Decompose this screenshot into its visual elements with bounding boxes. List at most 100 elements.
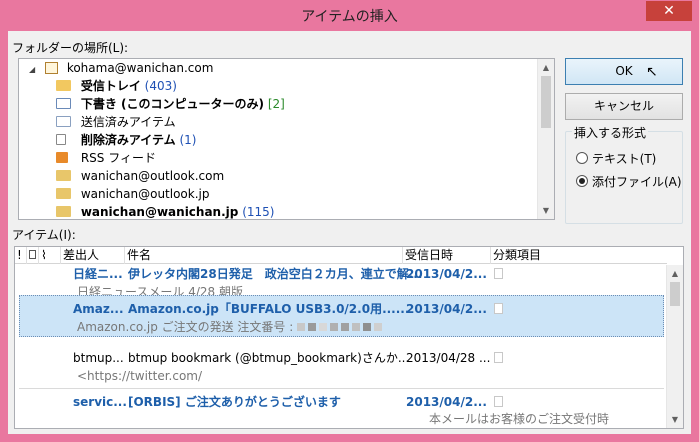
message-subject[interactable]: btmup bookmark (@btmup_bookmark)さんか... xyxy=(128,349,409,367)
message-subject[interactable]: Amazon.co.jp「BUFFALO USB3.0/2.0用...... xyxy=(128,300,409,318)
draft-icon xyxy=(56,98,71,109)
category-flag[interactable] xyxy=(494,265,503,283)
close-button[interactable]: ✕ xyxy=(646,1,692,21)
tree-item-label: wanichan@outlook.jp xyxy=(80,187,210,201)
message-subject[interactable]: 伊レッタ内閣28日発足 政治空白２カ月、連立で解... xyxy=(128,265,422,283)
attachment-radio-label[interactable]: 添付ファイル(A) xyxy=(592,173,682,190)
insert-format-label: 挿入する形式 xyxy=(572,124,649,141)
items-label: アイテム(I): xyxy=(12,228,76,242)
message-date: 2013/04/2... xyxy=(406,302,487,316)
message-received[interactable]: 2013/04/2... xyxy=(406,300,487,318)
tree-item-wanichan-jp[interactable]: wanichan@wanichan.jp (115) xyxy=(56,203,275,219)
message-date: 2013/04/2... xyxy=(406,267,487,281)
tree-item-rss[interactable]: RSS フィード xyxy=(56,149,156,167)
message-sender: Amaz... xyxy=(73,302,124,316)
text-radio[interactable] xyxy=(576,152,588,164)
tree-item-deleted[interactable]: 削除済みアイテム (1) xyxy=(56,131,196,149)
message-sender: 日経ニ... xyxy=(73,267,123,281)
redaction-mosaic xyxy=(297,320,385,334)
message-subject[interactable]: [ORBIS] ご注文ありがとうございます xyxy=(128,393,341,411)
column-importance[interactable]: ! xyxy=(15,247,27,264)
list-header: ! ⌇ 差出人 件名 受信日時 分類項目 xyxy=(15,247,667,264)
attachment-radio[interactable] xyxy=(576,175,588,187)
tree-item-label: 下書き (このコンピューターのみ) xyxy=(80,97,264,111)
message-preview: <https://twitter.com/ xyxy=(77,369,203,383)
column-received[interactable]: 受信日時 xyxy=(403,247,491,264)
scroll-thumb[interactable] xyxy=(541,76,551,128)
message-subject-text: 伊レッタ内閣28日発足 政治空白２カ月、連立で解... xyxy=(128,267,423,281)
rss-icon xyxy=(56,152,68,163)
category-box-icon xyxy=(494,303,503,314)
message-preview: Amazon.co.jp ご注文の発送 注文番号 : xyxy=(77,318,385,336)
scroll-thumb[interactable] xyxy=(670,282,680,306)
tree-item-label: 送信済みアイテム xyxy=(80,115,176,129)
tree-item-outlook-jp[interactable]: wanichan@outlook.jp xyxy=(56,185,209,203)
category-box-icon xyxy=(494,396,503,407)
column-icon[interactable] xyxy=(27,247,39,264)
column-category[interactable]: 分類項目 xyxy=(491,247,667,264)
window-title: アイテムの挿入 xyxy=(301,9,398,25)
folder-icon xyxy=(56,188,71,199)
mouse-cursor-icon: ↖ xyxy=(646,64,658,80)
page-icon xyxy=(29,250,36,259)
paperclip-icon: ⌇ xyxy=(41,248,47,262)
category-flag[interactable] xyxy=(494,393,503,411)
tree-item-label: kohama@wanichan.com xyxy=(66,61,214,75)
column-subject[interactable]: 件名 xyxy=(125,247,403,264)
sent-icon xyxy=(56,116,71,127)
folder-tree[interactable]: ◢ kohama@wanichan.com 受信トレイ (403) 下書き (こ… xyxy=(18,58,555,220)
category-box-icon xyxy=(494,268,503,279)
message-from[interactable]: servic... xyxy=(73,393,127,411)
tree-scrollbar[interactable]: ▲ ▼ xyxy=(537,59,554,219)
list-scrollbar[interactable]: ▲ ▼ xyxy=(666,265,683,428)
message-received[interactable]: 2013/04/28 ... xyxy=(406,349,490,367)
dialog-body: フォルダーの場所(L): ◢ kohama@wanichan.com 受信トレイ… xyxy=(8,31,691,434)
ok-button-label: OK xyxy=(615,64,633,78)
tree-item-inbox[interactable]: 受信トレイ (403) xyxy=(56,77,177,95)
message-sender: servic... xyxy=(73,395,127,409)
unread-count: (115) xyxy=(242,205,275,219)
draft-count: [2] xyxy=(267,97,285,111)
message-from[interactable]: 日経ニ... xyxy=(73,265,123,283)
message-from[interactable]: Amaz... xyxy=(73,300,124,318)
cancel-button[interactable]: キャンセル xyxy=(565,93,683,120)
column-attachment[interactable]: ⌇ xyxy=(39,247,61,264)
tree-item-sent[interactable]: 送信済みアイテム xyxy=(56,113,176,131)
category-flag[interactable] xyxy=(494,349,503,367)
ok-button[interactable]: OK ↖ xyxy=(565,58,683,85)
trash-icon xyxy=(56,134,66,145)
category-flag[interactable] xyxy=(494,300,503,318)
item-list[interactable]: ! ⌇ 差出人 件名 受信日時 分類項目 日経ニ... 伊レッタ内閣28日発足 … xyxy=(14,246,684,429)
message-date: 2013/04/2... xyxy=(406,395,487,409)
message-subject-text: btmup bookmark (@btmup_bookmark)さんか... xyxy=(128,351,410,365)
scroll-down-arrow-icon[interactable]: ▼ xyxy=(667,411,683,428)
category-box-icon xyxy=(494,352,503,363)
message-subject-text: Amazon.co.jp「BUFFALO USB3.0/2.0用...... xyxy=(128,302,410,316)
unread-count: (403) xyxy=(144,79,177,93)
tree-item-outlook-com[interactable]: wanichan@outlook.com xyxy=(56,167,224,185)
tree-item-label: 受信トレイ xyxy=(80,79,141,93)
title-bar: アイテムの挿入 ✕ xyxy=(0,0,699,33)
tree-item-label: wanichan@outlook.com xyxy=(80,169,225,183)
message-sender: btmup... xyxy=(73,351,124,365)
tree-item-account[interactable]: ◢ kohama@wanichan.com xyxy=(29,59,213,77)
message-from[interactable]: btmup... xyxy=(73,349,124,367)
text-radio-label[interactable]: テキスト(T) xyxy=(592,150,656,167)
message-received[interactable]: 2013/04/2... xyxy=(406,393,487,411)
message-received[interactable]: 2013/04/2... xyxy=(406,265,487,283)
folder-location-label: フォルダーの場所(L): xyxy=(12,41,129,55)
scroll-up-arrow-icon[interactable]: ▲ xyxy=(667,265,683,282)
tree-item-label: RSS フィード xyxy=(80,151,156,165)
tree-item-drafts[interactable]: 下書き (このコンピューターのみ) [2] xyxy=(56,95,285,113)
tree-item-label: 削除済みアイテム xyxy=(80,133,176,147)
collapse-icon[interactable]: ◢ xyxy=(29,65,35,74)
tree-item-label: wanichan@wanichan.jp xyxy=(80,205,239,219)
message-date: 2013/04/28 ... xyxy=(406,351,491,365)
column-from[interactable]: 差出人 xyxy=(61,247,125,264)
message-preview-text: Amazon.co.jp ご注文の発送 注文番号 : xyxy=(77,320,294,334)
scroll-down-arrow-icon[interactable]: ▼ xyxy=(538,202,554,219)
cancel-button-label: キャンセル xyxy=(593,99,654,113)
deleted-count: (1) xyxy=(179,133,197,147)
message-subject-text: [ORBIS] ご注文ありがとうございます xyxy=(128,395,341,409)
scroll-up-arrow-icon[interactable]: ▲ xyxy=(538,59,554,76)
